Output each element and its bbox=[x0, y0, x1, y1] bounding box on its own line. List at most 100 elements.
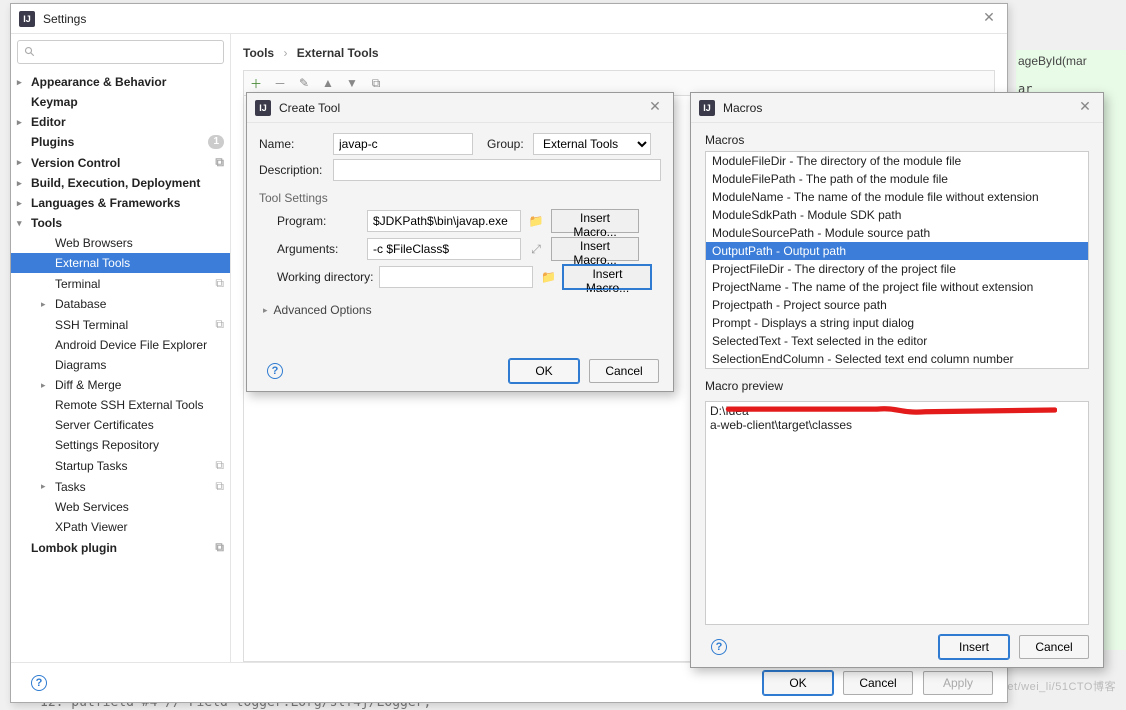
macro-item[interactable]: Projectpath - Project source path bbox=[706, 296, 1088, 314]
sidebar-item-ssh-terminal[interactable]: SSH Terminal⧉ bbox=[11, 314, 230, 335]
sidebar-item-remote-ssh-external-tools[interactable]: Remote SSH External Tools bbox=[11, 395, 230, 415]
sidebar-item-version-control[interactable]: ▸Version Control⧉ bbox=[11, 152, 230, 173]
macro-item[interactable]: ModuleFileDir - The directory of the mod… bbox=[706, 152, 1088, 170]
description-label: Description: bbox=[259, 163, 327, 177]
sidebar-item-android-device-file-explorer[interactable]: Android Device File Explorer bbox=[11, 335, 230, 355]
description-input[interactable] bbox=[333, 159, 661, 181]
macro-item[interactable]: ModuleName - The name of the module file… bbox=[706, 188, 1088, 206]
macro-item[interactable]: OutputPath - Output path bbox=[706, 242, 1088, 260]
sidebar-item-tools[interactable]: ▾Tools bbox=[11, 213, 230, 233]
sidebar-item-label: Terminal bbox=[55, 277, 100, 291]
sidebar-item-diff-merge[interactable]: ▸Diff & Merge bbox=[11, 375, 230, 395]
search-field[interactable] bbox=[40, 44, 217, 60]
sidebar-item-server-certificates[interactable]: Server Certificates bbox=[11, 415, 230, 435]
insert-button[interactable]: Insert bbox=[939, 635, 1009, 659]
remove-button[interactable]: － bbox=[272, 75, 288, 92]
cancel-button[interactable]: Cancel bbox=[1019, 635, 1089, 659]
sidebar-item-xpath-viewer[interactable]: XPath Viewer bbox=[11, 517, 230, 537]
sidebar-item-label: Startup Tasks bbox=[55, 459, 127, 473]
program-input[interactable] bbox=[367, 210, 521, 232]
chevron-icon: ▸ bbox=[41, 299, 51, 310]
sidebar-item-startup-tasks[interactable]: Startup Tasks⧉ bbox=[11, 455, 230, 476]
project-scope-icon: ⧉ bbox=[215, 540, 224, 555]
ok-button[interactable]: OK bbox=[763, 671, 833, 695]
macro-item[interactable]: ProjectFileDir - The directory of the pr… bbox=[706, 260, 1088, 278]
sidebar-item-label: Version Control bbox=[31, 156, 120, 170]
close-icon[interactable]: ✕ bbox=[1075, 98, 1095, 118]
browse-folder-icon[interactable]: 📁 bbox=[527, 214, 545, 228]
macros-list[interactable]: ModuleFileDir - The directory of the mod… bbox=[705, 151, 1089, 369]
help-icon[interactable]: ? bbox=[31, 675, 47, 691]
workdir-input[interactable] bbox=[379, 266, 533, 288]
chevron-icon: ▸ bbox=[17, 117, 27, 128]
settings-tree[interactable]: ▸Appearance & BehaviorKeymap▸EditorPlugi… bbox=[11, 70, 230, 662]
chevron-icon: ▸ bbox=[17, 178, 27, 189]
project-scope-icon: ⧉ bbox=[215, 479, 224, 494]
intellij-icon: IJ bbox=[255, 100, 271, 116]
sidebar-item-web-browsers[interactable]: Web Browsers bbox=[11, 233, 230, 253]
edit-button[interactable]: ✎ bbox=[296, 76, 312, 90]
sidebar-item-plugins[interactable]: Plugins1 bbox=[11, 132, 230, 152]
sidebar-item-diagrams[interactable]: Diagrams bbox=[11, 355, 230, 375]
sidebar-item-label: Remote SSH External Tools bbox=[55, 398, 204, 412]
close-icon[interactable]: ✕ bbox=[645, 98, 665, 118]
intellij-icon: IJ bbox=[699, 100, 715, 116]
add-button[interactable]: ＋ bbox=[248, 75, 264, 92]
arguments-input[interactable] bbox=[367, 238, 521, 260]
sidebar-item-editor[interactable]: ▸Editor bbox=[11, 112, 230, 132]
advanced-options-toggle[interactable]: Advanced Options bbox=[263, 303, 661, 317]
settings-title: Settings bbox=[43, 12, 979, 26]
macro-item[interactable]: ProjectName - The name of the project fi… bbox=[706, 278, 1088, 296]
sidebar-item-build-execution-deployment[interactable]: ▸ Build, Execution, Deployment bbox=[11, 173, 230, 193]
name-input[interactable] bbox=[333, 133, 473, 155]
macros-titlebar[interactable]: IJ Macros ✕ bbox=[691, 93, 1103, 123]
macro-item[interactable]: SelectionEndColumn - Selected text end c… bbox=[706, 350, 1088, 368]
help-icon[interactable]: ? bbox=[267, 363, 283, 379]
sidebar-item-label: Web Browsers bbox=[55, 236, 133, 250]
breadcrumb-external-tools: External Tools bbox=[297, 46, 379, 60]
macro-item[interactable]: SelectedText - Text selected in the edit… bbox=[706, 332, 1088, 350]
expand-icon[interactable]: ⤢ bbox=[527, 242, 545, 257]
close-icon[interactable]: ✕ bbox=[979, 9, 999, 29]
browse-folder-icon[interactable]: 📁 bbox=[539, 270, 557, 284]
ok-button[interactable]: OK bbox=[509, 359, 579, 383]
insert-macro-program-button[interactable]: Insert Macro... bbox=[551, 209, 639, 233]
sidebar-item-label: Lombok plugin bbox=[31, 541, 117, 555]
help-icon[interactable]: ? bbox=[711, 639, 727, 655]
sidebar-item-external-tools[interactable]: External Tools bbox=[11, 253, 230, 273]
macros-list-label: Macros bbox=[705, 133, 1089, 147]
macro-item[interactable]: ModuleFilePath - The path of the module … bbox=[706, 170, 1088, 188]
insert-macro-workdir-button[interactable]: Insert Macro... bbox=[563, 265, 651, 289]
group-select[interactable]: External Tools bbox=[533, 133, 651, 155]
cancel-button[interactable]: Cancel bbox=[589, 359, 659, 383]
macro-item[interactable]: Prompt - Displays a string input dialog bbox=[706, 314, 1088, 332]
apply-button[interactable]: Apply bbox=[923, 671, 993, 695]
settings-titlebar[interactable]: IJ Settings ✕ bbox=[11, 4, 1007, 34]
sidebar-item-lombok-plugin[interactable]: Lombok plugin ⧉ bbox=[11, 537, 230, 558]
macro-preview-label: Macro preview bbox=[705, 379, 1089, 393]
macro-preview: D:\Idea a-web-client\target\classes bbox=[705, 401, 1089, 625]
sidebar-item-label: Build, Execution, Deployment bbox=[31, 176, 200, 190]
sidebar-item-languages-frameworks[interactable]: ▸Languages & Frameworks bbox=[11, 193, 230, 213]
macro-item[interactable]: ModuleSdkPath - Module SDK path bbox=[706, 206, 1088, 224]
insert-macro-arguments-button[interactable]: Insert Macro... bbox=[551, 237, 639, 261]
sidebar-item-tasks[interactable]: ▸Tasks⧉ bbox=[11, 476, 230, 497]
cancel-button[interactable]: Cancel bbox=[843, 671, 913, 695]
chevron-icon: ▸ bbox=[17, 198, 27, 209]
sidebar-item-keymap[interactable]: Keymap bbox=[11, 92, 230, 112]
copy-button[interactable]: ⧉ bbox=[368, 76, 384, 91]
sidebar-item-database[interactable]: ▸Database bbox=[11, 294, 230, 314]
breadcrumb-tools[interactable]: Tools bbox=[243, 46, 274, 60]
create-tool-titlebar[interactable]: IJ Create Tool ✕ bbox=[247, 93, 673, 123]
chevron-icon: ▸ bbox=[41, 380, 51, 391]
tool-settings-section: Tool Settings bbox=[259, 191, 661, 205]
sidebar-item-appearance-behavior[interactable]: ▸Appearance & Behavior bbox=[11, 72, 230, 92]
search-input[interactable] bbox=[17, 40, 224, 64]
sidebar-item-terminal[interactable]: Terminal⧉ bbox=[11, 273, 230, 294]
sidebar-item-web-services[interactable]: Web Services bbox=[11, 497, 230, 517]
count-badge: 1 bbox=[208, 135, 224, 149]
down-button[interactable]: ▼ bbox=[344, 76, 360, 90]
sidebar-item-settings-repository[interactable]: Settings Repository bbox=[11, 435, 230, 455]
macro-item[interactable]: ModuleSourcePath - Module source path bbox=[706, 224, 1088, 242]
up-button[interactable]: ▲ bbox=[320, 76, 336, 90]
